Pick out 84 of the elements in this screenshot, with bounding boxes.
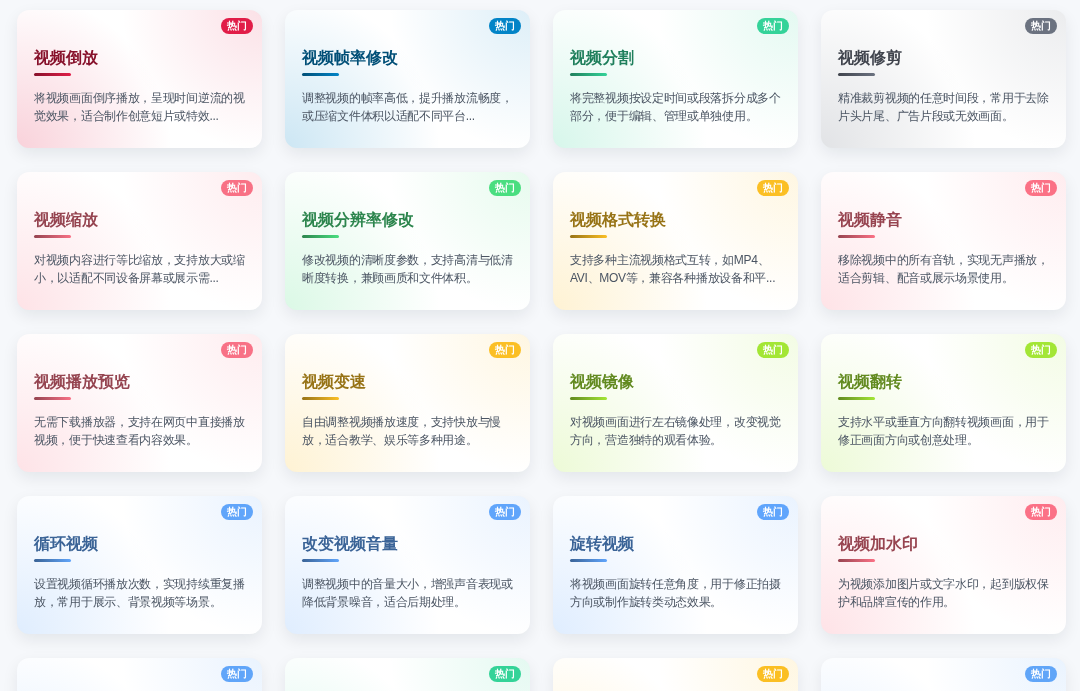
- title-underline: [34, 235, 71, 238]
- title-underline: [34, 559, 71, 562]
- title-underline: [302, 73, 339, 76]
- hot-badge: 热门: [221, 504, 253, 520]
- card-description: 支持多种主流视频格式互转，如MP4、AVI、MOV等，兼容各种播放设备和平...: [570, 252, 777, 287]
- hot-badge: 热门: [1025, 666, 1057, 682]
- tool-card[interactable]: 热门 旋转视频 将视频画面旋转任意角度，用于修正拍摄方向或制作旋转类动态效果。: [553, 496, 798, 634]
- hot-badge: 热门: [757, 342, 789, 358]
- card-description: 调整视频中的音量大小，增强声音表现或降低背景噪音，适合后期处理。: [302, 576, 514, 611]
- hot-badge: 热门: [757, 666, 789, 682]
- card-title: 视频修剪: [838, 48, 903, 68]
- card-description: 自由调整视频播放速度，支持快放与慢放，适合教学、娱乐等多种用途。: [302, 414, 502, 449]
- card-title: 视频帧率修改: [302, 48, 399, 68]
- hot-badge: 热门: [757, 180, 789, 196]
- hot-badge: 热门: [221, 342, 253, 358]
- card-description: 对视频内容进行等比缩放，支持放大或缩小，以适配不同设备屏幕或展示需...: [34, 252, 246, 287]
- card-title: 视频分割: [570, 48, 635, 68]
- title-underline: [302, 559, 339, 562]
- tool-card[interactable]: 热门 视频静音 移除视频中的所有音轨，实现无声播放，适合剪辑、配音或展示场景使用。: [821, 172, 1066, 310]
- tool-card[interactable]: 热门 视频分辨率修改 修改视频的清晰度参数，支持高清与低清晰度转换，兼顾画质和文件体积。: [285, 172, 530, 310]
- card-title: 视频分辨率修改: [302, 210, 415, 230]
- card-description: 修改视频的清晰度参数，支持高清与低清晰度转换，兼顾画质和文件体积。: [302, 252, 514, 287]
- card-title: 改变视频音量: [302, 534, 399, 554]
- card-description: 为视频添加图片或文字水印，起到版权保护和品牌宣传的作用。: [838, 576, 1050, 611]
- card-title: 视频缩放: [34, 210, 99, 230]
- hot-badge: 热门: [489, 18, 521, 34]
- title-underline: [838, 235, 875, 238]
- tool-card[interactable]: 热门 视频倒放 将视频画面倒序播放，呈现时间逆流的视觉效果，适合制作创意短片或特效...: [17, 10, 262, 148]
- card-title: 旋转视频: [570, 534, 635, 554]
- hot-badge: 热门: [1025, 342, 1057, 358]
- hot-badge: 热门: [1025, 504, 1057, 520]
- tool-card[interactable]: 热门 视频播放预览 无需下载播放器，支持在网页中直接播放视频，便于快速查看内容效果。: [17, 334, 262, 472]
- card-title: 循环视频: [34, 534, 99, 554]
- title-underline: [838, 73, 875, 76]
- hot-badge: 热门: [757, 18, 789, 34]
- card-title: 视频镜像: [570, 372, 635, 392]
- tool-card[interactable]: 热门 视频分割 将完整视频按设定时间或段落拆分成多个部分，便于编辑、管理或单独使用。: [553, 10, 798, 148]
- card-description: 将视频画面旋转任意角度，用于修正拍摄方向或制作旋转类动态效果。: [570, 576, 782, 611]
- card-description: 无需下载播放器，支持在网页中直接播放视频，便于快速查看内容效果。: [34, 414, 246, 449]
- title-underline: [302, 235, 339, 238]
- hot-badge: 热门: [1025, 18, 1057, 34]
- card-title: 视频播放预览: [34, 372, 131, 392]
- hot-badge: 热门: [489, 666, 521, 682]
- card-title: 视频格式转换: [570, 210, 667, 230]
- hot-badge: 热门: [221, 18, 253, 34]
- title-underline: [570, 397, 607, 400]
- card-title: 视频翻转: [838, 372, 903, 392]
- tool-card[interactable]: 热门 视频翻转 支持水平或垂直方向翻转视频画面，用于修正画面方向或创意处理。: [821, 334, 1066, 472]
- tool-card[interactable]: 热门 视频加水印 为视频添加图片或文字水印，起到版权保护和品牌宣传的作用。: [821, 496, 1066, 634]
- tool-card[interactable]: 热门 视频帧率修改 调整视频的帧率高低，提升播放流畅度，或压缩文件体积以适配不同平台...: [285, 10, 530, 148]
- hot-badge: 热门: [221, 666, 253, 682]
- card-description: 调整视频的帧率高低，提升播放流畅度，或压缩文件体积以适配不同平台...: [302, 90, 514, 125]
- tool-card[interactable]: 热门 视频格式转换 支持多种主流视频格式互转，如MP4、AVI、MOV等，兼容各种播放设备和平...: [553, 172, 798, 310]
- card-title: 视频变速: [302, 372, 367, 392]
- hot-badge: 热门: [1025, 180, 1057, 196]
- card-description: 移除视频中的所有音轨，实现无声播放，适合剪辑、配音或展示场景使用。: [838, 252, 1050, 287]
- hot-badge: 热门: [489, 342, 521, 358]
- card-description: 对视频画面进行左右镜像处理，改变视觉方向，营造独特的观看体验。: [570, 414, 782, 449]
- tool-card[interactable]: 热门 视频变速 自由调整视频播放速度，支持快放与慢放，适合教学、娱乐等多种用途。: [285, 334, 530, 472]
- card-description: 将完整视频按设定时间或段落拆分成多个部分，便于编辑、管理或单独使用。: [570, 90, 782, 125]
- title-underline: [570, 73, 607, 76]
- title-underline: [302, 397, 339, 400]
- title-underline: [570, 235, 607, 238]
- hot-badge: 热门: [489, 180, 521, 196]
- card-description: 设置视频循环播放次数，实现持续重复播放，常用于展示、背景视频等场景。: [34, 576, 246, 611]
- hot-badge: 热门: [221, 180, 253, 196]
- hot-badge: 热门: [489, 504, 521, 520]
- card-title: 视频倒放: [34, 48, 99, 68]
- tool-card[interactable]: 热门 循环视频 设置视频循环播放次数，实现持续重复播放，常用于展示、背景视频等场景。: [17, 496, 262, 634]
- title-underline: [838, 559, 875, 562]
- title-underline: [570, 559, 607, 562]
- tool-card[interactable]: 热门 视频镜像 对视频画面进行左右镜像处理，改变视觉方向，营造独特的观看体验。: [553, 334, 798, 472]
- tool-card[interactable]: 热门 视频修剪 精准裁剪视频的任意时间段，常用于去除片头片尾、广告片段或无效画面。: [821, 10, 1066, 148]
- title-underline: [34, 73, 71, 76]
- title-underline: [34, 397, 71, 400]
- title-underline: [838, 397, 875, 400]
- card-description: 支持水平或垂直方向翻转视频画面，用于修正画面方向或创意处理。: [838, 414, 1050, 449]
- tool-card[interactable]: 热门 改变视频音量 调整视频中的音量大小，增强声音表现或降低背景噪音，适合后期处理。: [285, 496, 530, 634]
- hot-badge: 热门: [757, 504, 789, 520]
- card-description: 将视频画面倒序播放，呈现时间逆流的视觉效果，适合制作创意短片或特效...: [34, 90, 246, 125]
- tool-card[interactable]: 热门 视频缩放 对视频内容进行等比缩放，支持放大或缩小，以适配不同设备屏幕或展示需...: [17, 172, 262, 310]
- card-title: 视频静音: [838, 210, 903, 230]
- card-description: 精准裁剪视频的任意时间段，常用于去除片头片尾、广告片段或无效画面。: [838, 90, 1050, 125]
- card-title: 视频加水印: [838, 534, 919, 554]
